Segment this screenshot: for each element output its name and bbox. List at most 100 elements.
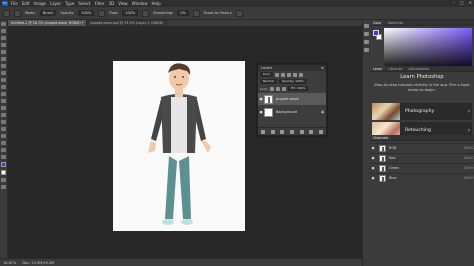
foreground-color-chip[interactable] [373,30,379,36]
menu-help[interactable]: Help [151,1,160,6]
healing-tool-icon[interactable] [1,64,6,68]
gradient-tool-icon[interactable] [1,99,6,103]
visibility-eye-icon[interactable]: ● [370,176,376,180]
layer-kind-filter[interactable]: Kind [260,72,273,77]
hand-tool-icon[interactable] [1,148,6,152]
rectangle-tool-icon[interactable] [1,141,6,145]
menu-window[interactable]: Window [132,1,148,6]
zoom-tool-icon[interactable] [1,155,6,159]
channel-name: Blue [389,176,397,180]
learn-card-photography[interactable]: Photography › [372,103,472,120]
tab-color[interactable]: Color [370,20,385,25]
dodge-tool-icon[interactable] [1,113,6,117]
fill-field[interactable]: Fill: 100% [287,86,309,91]
tab-adjustments[interactable]: Adjustments [405,66,432,71]
tab-learn[interactable]: Learn [370,66,386,71]
layer-row-background[interactable]: ● Background ▣ [258,106,326,118]
history-brush-tool-icon[interactable] [1,85,6,89]
minimize-button[interactable]: – [453,0,455,5]
layers-panel[interactable]: Layers ≡ Kind Normal Opacity: 100% Lock:… [257,64,327,136]
tab-channels[interactable]: Channels [370,135,392,140]
pressure-opacity-icon[interactable] [98,9,106,17]
adjustment-layer-icon[interactable] [289,129,294,134]
flow-field[interactable]: 100% [122,10,139,16]
visibility-eye-icon[interactable]: ● [370,146,376,150]
menu-select[interactable]: Select [78,1,90,6]
crop-tool-icon[interactable] [1,50,6,54]
brushes-panel-icon[interactable] [364,40,369,44]
layer-opacity-field[interactable]: Opacity: 100% [278,79,307,84]
menu-view[interactable]: View [118,1,128,6]
add-mask-icon[interactable] [280,129,285,134]
blend-mode-select[interactable]: Normal [260,79,277,84]
pressure-size-icon[interactable] [235,9,243,17]
eraser-tool-icon[interactable] [3,9,10,17]
erase-to-history-checkbox[interactable]: Erase to History [204,11,232,15]
visibility-eye-icon[interactable]: ● [370,156,376,160]
delete-layer-icon[interactable] [319,129,324,134]
filter-shape-icon[interactable] [292,72,297,77]
lock-row: Lock: Fill: 100% [258,85,326,92]
maximize-button[interactable]: ▢ [460,0,464,5]
smoothing-field[interactable]: 0% [177,10,189,16]
new-group-icon[interactable] [299,129,304,134]
filter-smart-object-icon[interactable] [298,72,303,77]
eraser-tool-icon[interactable] [1,92,6,96]
smoothing-label: Smoothing: [153,11,174,15]
channel-name: Green [389,166,400,170]
airbrush-icon[interactable] [142,9,150,17]
channel-row-green[interactable]: ● Green Ctrl+4 [370,163,474,172]
eyedropper-tool-icon[interactable] [1,57,6,61]
layer-row-puppet-wave[interactable]: ● puppet wave [258,93,326,105]
clone-stamp-tool-icon[interactable] [1,78,6,82]
channel-thumbnail [379,164,386,172]
panel-menu-icon[interactable]: ≡ [321,66,324,70]
screen-mode-icon[interactable] [1,185,6,189]
menu-layer[interactable]: Layer [50,1,61,6]
blur-tool-icon[interactable] [1,106,6,110]
pen-tool-icon[interactable] [1,120,6,124]
menu-file[interactable]: File [11,1,18,6]
lock-position-icon[interactable] [275,86,280,91]
tab-libraries[interactable]: Libraries [385,66,405,71]
lock-all-icon[interactable] [281,86,286,91]
menu-filter[interactable]: Filter [95,1,105,6]
menu-edit[interactable]: Edit [22,1,30,6]
document-canvas[interactable] [113,61,245,231]
character-panel-icon[interactable] [364,48,369,52]
filter-adjustment-icon[interactable] [280,72,285,77]
zoom-level[interactable]: 16.67% [3,261,16,265]
new-layer-icon[interactable] [309,129,314,134]
channel-row-red[interactable]: ● Red Ctrl+3 [370,153,474,162]
foreground-color-swatch[interactable] [1,162,6,167]
menu-image[interactable]: Image [33,1,46,6]
channel-row-rgb[interactable]: ● RGB Ctrl+2 [370,143,474,152]
marquee-tool-icon[interactable] [1,29,6,33]
history-panel-icon[interactable] [364,24,369,28]
channel-row-blue[interactable]: ● Blue Ctrl+5 [370,173,474,182]
quick-mask-icon[interactable] [1,178,6,182]
background-color-swatch[interactable] [1,170,6,175]
filter-type-icon[interactable] [286,72,291,77]
opacity-field[interactable]: 100% [78,10,95,16]
path-select-tool-icon[interactable] [1,134,6,138]
menu-type[interactable]: Type [65,1,74,6]
quick-select-tool-icon[interactable] [1,43,6,47]
lasso-tool-icon[interactable] [1,36,6,40]
brush-preset-icon[interactable] [14,9,21,17]
type-tool-icon[interactable] [1,127,6,131]
menu-3d[interactable]: 3D [109,1,115,6]
brush-tool-icon[interactable] [1,71,6,75]
tab-swatches[interactable]: Swatches [385,20,407,25]
layer-style-icon[interactable] [270,129,275,134]
move-tool-icon[interactable] [1,22,6,26]
link-layers-icon[interactable] [260,129,265,134]
filter-pixel-icon[interactable] [274,72,279,77]
mode-select[interactable]: Brush [39,10,56,16]
lock-pixels-icon[interactable] [269,86,274,91]
smoothing-options-icon[interactable] [192,9,200,17]
properties-panel-icon[interactable] [364,32,369,36]
right-panel-dock: Color Swatches Learn Libraries Adjustmen… [370,20,474,266]
close-button[interactable]: ✕ [469,0,472,5]
visibility-eye-icon[interactable]: ● [370,166,376,170]
